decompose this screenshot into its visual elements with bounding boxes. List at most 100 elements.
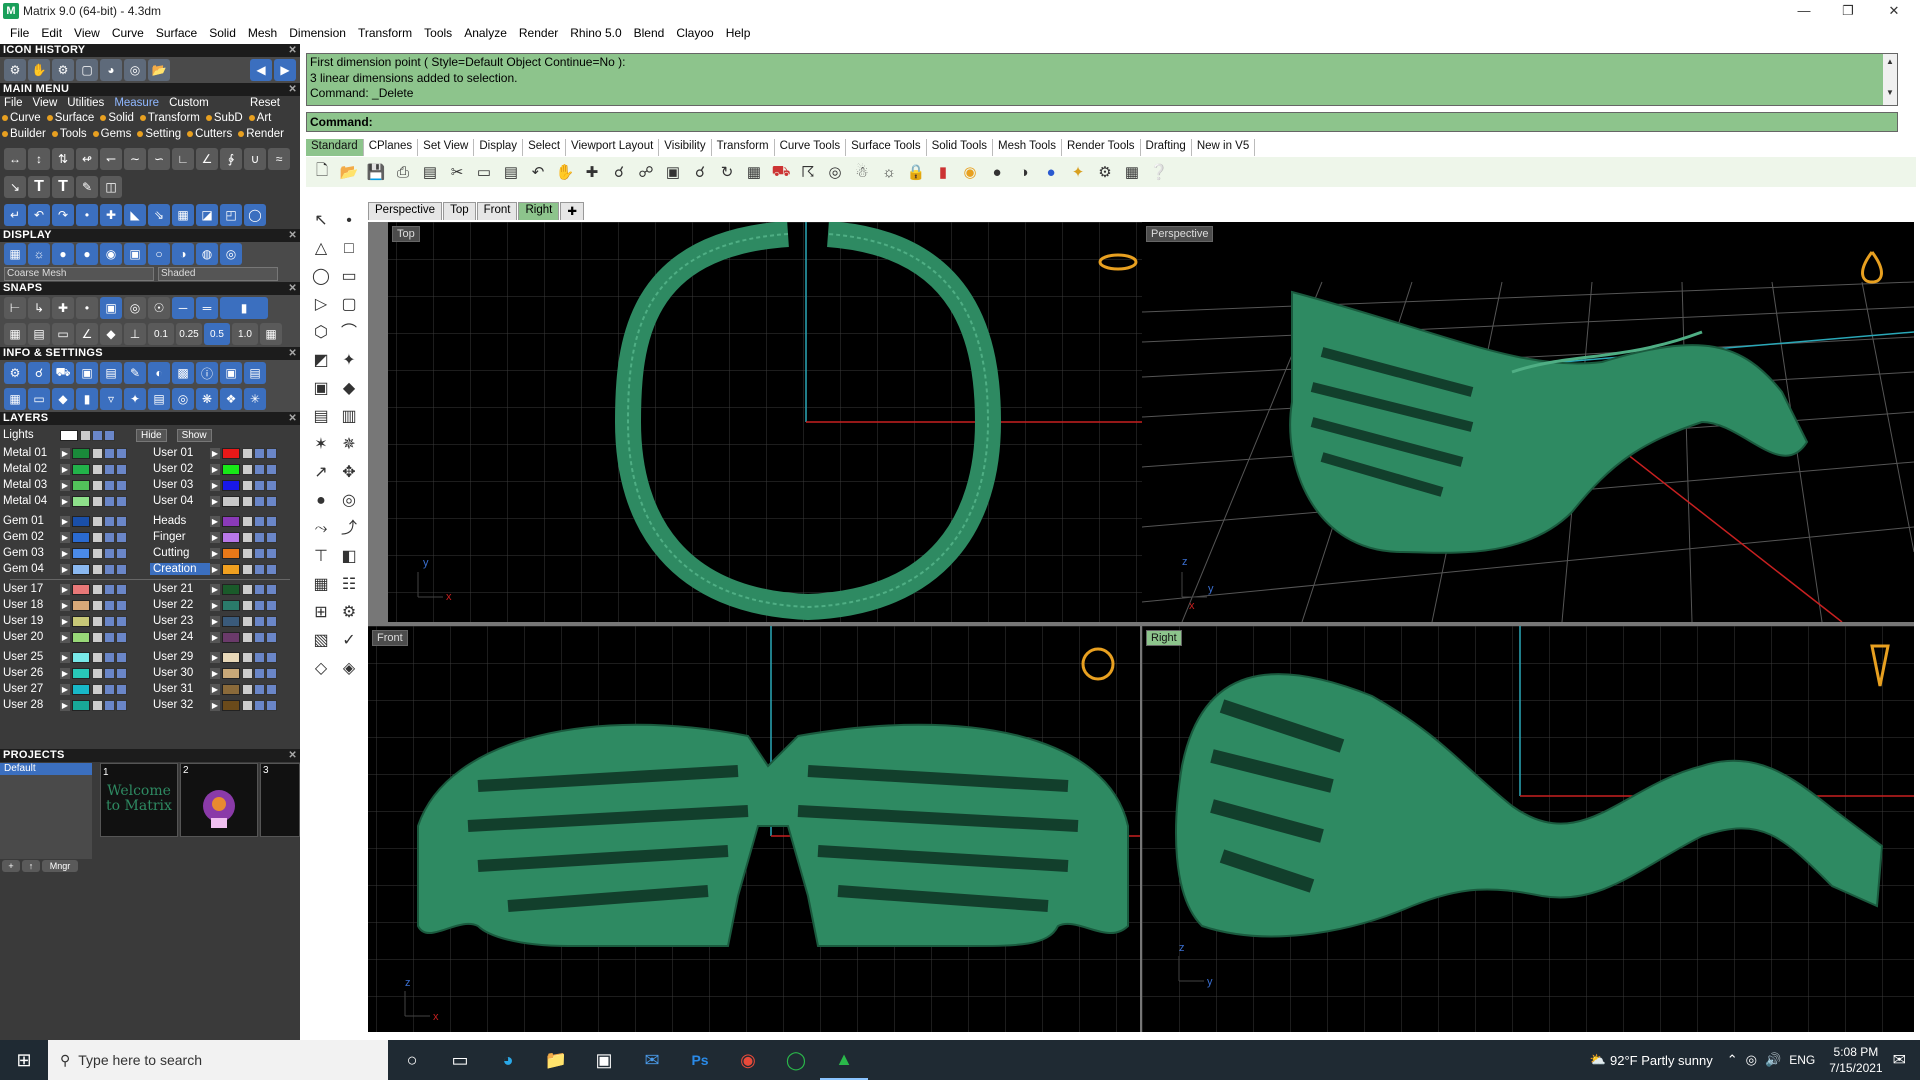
taskbar-search[interactable]: ⚲ Type here to search	[48, 1040, 388, 1080]
layer-row[interactable]: User 27 ▶	[0, 681, 128, 697]
layer-expand-icon[interactable]: ▶	[210, 495, 220, 507]
layer-toggle[interactable]	[116, 615, 127, 627]
globe-icon[interactable]: ◎	[124, 59, 146, 81]
layer-toggle[interactable]	[92, 651, 103, 663]
new-file-icon[interactable]: 🗋	[310, 160, 334, 184]
layer-row[interactable]: Metal 02 ▶	[0, 461, 128, 477]
layer-toggle[interactable]	[254, 531, 265, 543]
pencil-icon[interactable]: ✎	[124, 362, 146, 384]
layer-row[interactable]: Metal 03 ▶	[0, 477, 128, 493]
layer-toggle[interactable]	[104, 599, 115, 611]
layer-row[interactable]: User 25 ▶	[0, 649, 128, 665]
layer-row[interactable]: User 04 ▶	[150, 493, 278, 509]
layer-color-swatch[interactable]	[72, 463, 90, 475]
main-tab-utilities[interactable]: Utilities	[67, 97, 104, 110]
layer-expand-icon[interactable]: ▶	[210, 447, 220, 459]
language-indicator[interactable]: ENG	[1789, 1053, 1815, 1067]
dimension-icon[interactable]: ∠	[196, 148, 218, 170]
layer-toggle[interactable]	[104, 631, 115, 643]
layer-toggle[interactable]	[266, 515, 277, 527]
manager-button[interactable]: Mngr	[42, 860, 78, 872]
layer-toggle[interactable]	[242, 563, 253, 575]
print-icon[interactable]: ⎙	[391, 160, 415, 184]
layer-toggle[interactable]	[242, 547, 253, 559]
layer-toggle[interactable]	[242, 615, 253, 627]
layer-toggle[interactable]	[254, 495, 265, 507]
rhino-icon[interactable]: ⚙	[4, 59, 26, 81]
zoom-icon[interactable]: ☌	[28, 362, 50, 384]
layer-color-swatch[interactable]	[72, 531, 90, 543]
arrow-right-icon[interactable]: ▶	[274, 59, 296, 81]
layer-row[interactable]: User 03 ▶	[150, 477, 278, 493]
layer-expand-icon[interactable]: ▶	[60, 683, 70, 695]
graph-icon[interactable]: ⇘	[148, 204, 170, 226]
help-icon[interactable]: ❔	[1147, 160, 1171, 184]
zoom-icon[interactable]: ☌	[607, 160, 631, 184]
layer-toggle[interactable]	[104, 651, 115, 663]
layer-toggle[interactable]	[242, 515, 253, 527]
dimension-icon[interactable]: ⇅	[52, 148, 74, 170]
lights-toggle[interactable]	[92, 429, 103, 441]
block-icon[interactable]: ◫	[100, 176, 122, 198]
layer-color-swatch[interactable]	[222, 495, 240, 507]
tab-select[interactable]: Select	[523, 139, 567, 156]
layer-color-swatch[interactable]	[72, 547, 90, 559]
tab-visibility[interactable]: Visibility	[659, 139, 712, 156]
paste-icon[interactable]: ▤	[499, 160, 523, 184]
sphere-shaded-icon[interactable]: ●	[76, 243, 98, 265]
clock[interactable]: 5:08 PM 7/15/2021	[1829, 1044, 1882, 1076]
layer-name[interactable]: Finger	[150, 531, 210, 543]
layer-row[interactable]: User 19 ▶	[0, 613, 128, 629]
close-icon[interactable]: ✕	[288, 229, 297, 242]
cat-cutters[interactable]: Cutters	[187, 128, 232, 144]
layer-toggle[interactable]	[242, 631, 253, 643]
tab-new-in-v5[interactable]: New in V5	[1192, 139, 1256, 156]
layer-toggle[interactable]	[242, 599, 253, 611]
file-explorer-icon[interactable]: 📁	[532, 1040, 580, 1080]
arrow-left-icon[interactable]: ◀	[250, 59, 272, 81]
tab-display[interactable]: Display	[474, 139, 524, 156]
layer-toggle[interactable]	[116, 667, 127, 679]
layer-name[interactable]: User 22	[150, 599, 210, 611]
angle-icon[interactable]: ∠	[76, 323, 98, 345]
layer-toggle[interactable]	[116, 495, 127, 507]
layer-row[interactable]: Gem 04 ▶	[0, 561, 128, 577]
layer-name[interactable]: Gem 04	[0, 563, 60, 575]
layer-row[interactable]: User 22 ▶	[150, 597, 278, 613]
chrome-icon[interactable]: ◉	[724, 1040, 772, 1080]
menu-file[interactable]: File	[4, 26, 35, 40]
layer-toggle[interactable]	[254, 447, 265, 459]
ortho-icon[interactable]: ⊥	[124, 323, 146, 345]
line-icon[interactable]: ↷	[52, 204, 74, 226]
square-icon[interactable]: ▢	[338, 294, 360, 316]
grid-view-icon[interactable]: ▦	[4, 388, 26, 410]
layer-row[interactable]: Creation ▶	[150, 561, 278, 577]
sphere-chrome-icon[interactable]: ◎	[220, 243, 242, 265]
layer-color-icon[interactable]: ▮	[931, 160, 955, 184]
grid-icon[interactable]: ▦	[4, 323, 26, 345]
layer-expand-icon[interactable]: ▶	[210, 547, 220, 559]
cat-surface[interactable]: Surface	[46, 112, 94, 128]
options-icon[interactable]: ▦	[1120, 160, 1144, 184]
up-arrow-icon[interactable]: ↑	[22, 860, 40, 872]
layer-row[interactable]: Gem 03 ▶	[0, 545, 128, 561]
layer-toggle[interactable]	[92, 515, 103, 527]
layer-row[interactable]: Metal 01 ▶	[0, 445, 128, 461]
layer-color-swatch[interactable]	[222, 563, 240, 575]
layer-name[interactable]: Metal 04	[0, 495, 60, 507]
layer-toggle[interactable]	[266, 683, 277, 695]
render-blue-icon[interactable]: ●	[1039, 160, 1063, 184]
layer-name[interactable]: User 21	[150, 583, 210, 595]
layer-name[interactable]: User 25	[0, 651, 60, 663]
layer-row[interactable]: User 32 ▶	[150, 697, 278, 713]
layer-name[interactable]: User 27	[0, 683, 60, 695]
snap-near-icon[interactable]: ↳	[28, 297, 50, 319]
snap-perp-icon[interactable]: ☉	[148, 297, 170, 319]
layer-row[interactable]: User 31 ▶	[150, 681, 278, 697]
vptab-perspective[interactable]: Perspective	[368, 202, 443, 220]
layer-toggle[interactable]	[92, 547, 103, 559]
layer-toggle[interactable]	[116, 463, 127, 475]
layer-toggle[interactable]	[266, 667, 277, 679]
layer-toggle[interactable]	[92, 531, 103, 543]
clipboard-icon[interactable]: ▤	[148, 388, 170, 410]
